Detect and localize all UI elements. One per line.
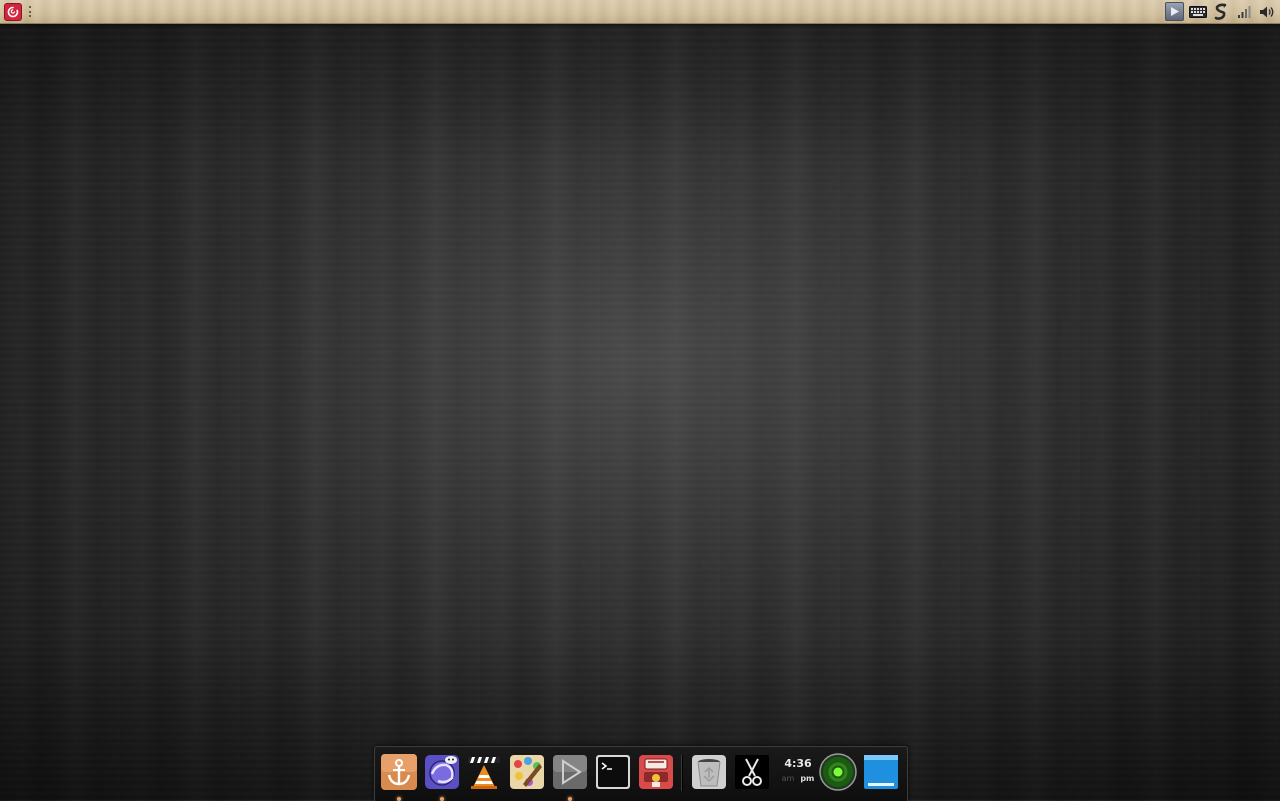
debian-swirl-icon[interactable] bbox=[4, 3, 22, 21]
dropbox-sync-icon[interactable] bbox=[1211, 2, 1230, 21]
clock-am: am bbox=[781, 774, 795, 783]
trash-icon[interactable] bbox=[690, 753, 728, 791]
paint-app-icon[interactable] bbox=[508, 753, 546, 791]
dock-separator bbox=[681, 755, 683, 791]
media-play-icon[interactable] bbox=[1165, 2, 1184, 21]
system-tray bbox=[1165, 2, 1276, 21]
terminal-icon[interactable] bbox=[594, 753, 632, 791]
screenshot-scissors-icon[interactable] bbox=[733, 753, 771, 791]
firefox-browser-icon[interactable] bbox=[423, 753, 461, 791]
running-indicator bbox=[568, 797, 572, 801]
signal-icon[interactable] bbox=[1234, 2, 1253, 21]
vlc-media-player-icon[interactable] bbox=[465, 753, 503, 791]
desktop-wallpaper bbox=[0, 0, 1280, 800]
clock-pm: pm bbox=[800, 774, 815, 783]
media-player-icon[interactable] bbox=[551, 753, 589, 791]
volume-icon[interactable] bbox=[1257, 2, 1276, 21]
panel-handle[interactable] bbox=[29, 6, 35, 17]
running-indicator bbox=[397, 797, 401, 801]
clock-widget[interactable]: 4:36 am pm bbox=[777, 757, 819, 793]
network-status-icon[interactable] bbox=[819, 753, 857, 791]
package-manager-icon[interactable] bbox=[637, 753, 675, 791]
show-desktop-icon[interactable] bbox=[862, 753, 900, 791]
dock: 4:36 am pm bbox=[374, 746, 908, 801]
anchor-app-icon[interactable] bbox=[380, 753, 418, 791]
clock-time: 4:36 bbox=[784, 757, 812, 770]
top-panel bbox=[0, 0, 1280, 24]
running-indicator bbox=[440, 797, 444, 801]
keyboard-icon[interactable] bbox=[1188, 2, 1207, 21]
